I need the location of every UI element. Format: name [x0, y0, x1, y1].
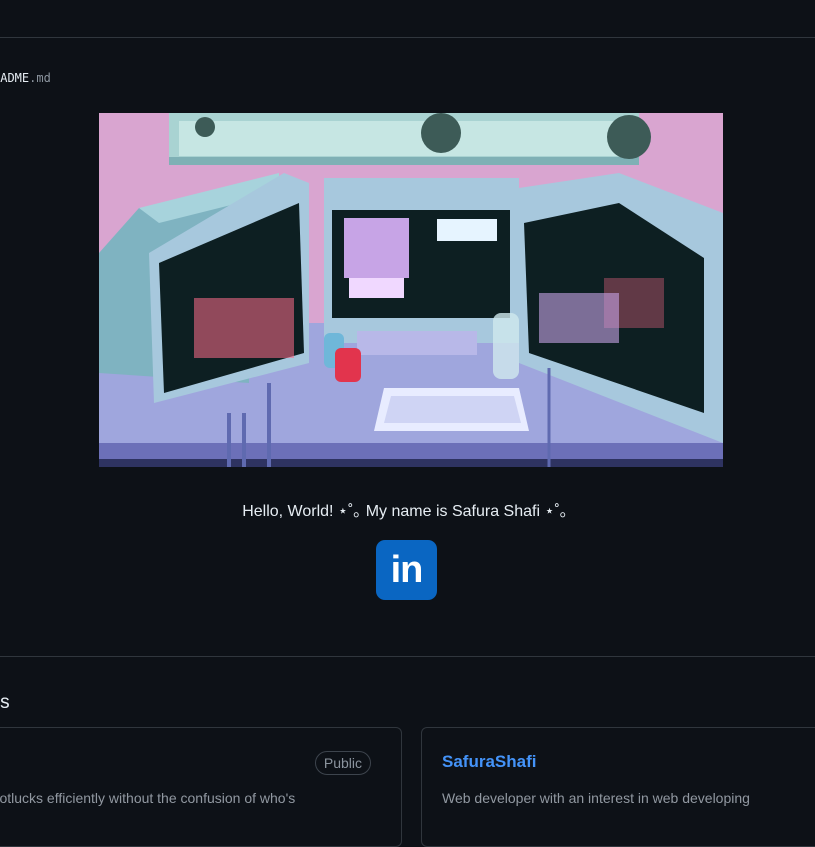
repo-description: ze potlucks efficiently without the conf… [0, 790, 296, 806]
repo-name-link[interactable]: SafuraShafi [442, 752, 536, 772]
repositories-section-title: ries [0, 692, 10, 713]
visibility-badge: Public [314, 751, 371, 775]
repo-description: Web developer with an interest in web de… [442, 790, 750, 806]
pixel-desk-illustration [99, 113, 723, 467]
pixel-art-banner [99, 113, 723, 467]
linkedin-icon[interactable]: in [376, 540, 437, 600]
repo-card: SafuraShafi Web developer with an intere… [421, 727, 815, 847]
readme-filename-base: EADME [0, 71, 30, 85]
repo-card: pp Public ze potlucks efficiently withou… [0, 727, 402, 847]
header-divider [0, 37, 815, 38]
section-divider [0, 656, 815, 657]
profile-greeting: Hello, World! ⋆˚｡ My name is Safura Shaf… [242, 503, 568, 520]
readme-filename-ext: .md [29, 71, 51, 85]
readme-filename[interactable]: EADME.md [0, 71, 51, 85]
